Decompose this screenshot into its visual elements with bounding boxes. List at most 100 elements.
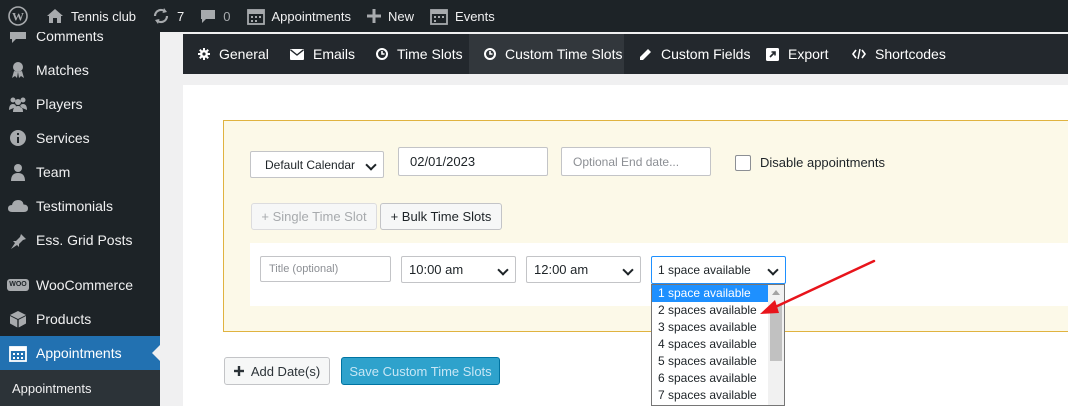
tab-emails[interactable]: Emails <box>275 34 361 74</box>
tab-custom-time-slots[interactable]: Custom Time Slots <box>469 34 624 74</box>
slot-title-input[interactable]: Title (optional) <box>260 256 391 282</box>
tab-custom-fields[interactable]: Custom Fields <box>624 34 751 74</box>
sidebar-item-ess-grid-posts[interactable]: Ess. Grid Posts <box>0 223 160 257</box>
sidebar-item-label: Comments <box>36 32 104 44</box>
pin-icon <box>0 231 36 249</box>
admin-sidebar: Comments Matches Players Services Team T… <box>0 32 160 406</box>
sidebar-item-label: Team <box>36 164 71 180</box>
single-time-slot-button[interactable]: + Single Time Slot <box>251 203 377 230</box>
woocommerce-icon: WOO <box>0 279 36 291</box>
scrollbar-thumb[interactable] <box>770 305 782 361</box>
save-custom-time-slots-button[interactable]: Save Custom Time Slots <box>341 357 500 385</box>
dropdown-scrollbar[interactable] <box>768 285 784 405</box>
tab-label: Export <box>788 46 829 62</box>
spaces-option[interactable]: 7 spaces available <box>652 387 770 404</box>
site-name: Tennis club <box>71 8 137 24</box>
scroll-up-arrow-icon[interactable] <box>772 290 780 295</box>
new-link[interactable]: New <box>359 0 422 32</box>
sidebar-item-label: Players <box>36 96 83 112</box>
sidebar-item-products[interactable]: Products <box>0 302 160 336</box>
spaces-select-value: 1 space available <box>658 263 751 277</box>
sidebar-item-testimonials[interactable]: Testimonials <box>0 189 160 223</box>
add-dates-label: Add Date(s) <box>250 363 321 379</box>
calendar-select-value: Default Calendar <box>265 157 356 172</box>
spaces-option[interactable]: 3 spaces available <box>652 319 770 336</box>
spaces-select[interactable]: 1 space available <box>651 256 786 284</box>
site-name-link[interactable]: Tennis club <box>38 0 144 32</box>
events-label: Events <box>455 8 495 24</box>
end-time-value: 12:00 am <box>534 262 589 277</box>
plus-icon <box>233 366 244 376</box>
updates-link[interactable]: 7 <box>144 0 192 32</box>
spaces-option[interactable]: 1 space available <box>652 285 770 302</box>
tab-shortcodes[interactable]: Shortcodes <box>837 34 954 74</box>
start-time-value: 10:00 am <box>409 262 464 277</box>
end-time-select[interactable]: 12:00 am <box>526 256 641 283</box>
clock-icon <box>376 48 388 60</box>
wordpress-logo-icon[interactable]: W <box>0 0 38 32</box>
submenu-item-appointments[interactable]: Appointments <box>0 370 160 406</box>
sidebar-item-label: Testimonials <box>36 198 114 214</box>
comments-count: 0 <box>223 8 231 24</box>
calendar-icon <box>430 7 448 25</box>
tab-label: Time Slots <box>397 46 463 62</box>
calendar-icon <box>0 344 36 362</box>
sidebar-item-label: Ess. Grid Posts <box>36 232 133 248</box>
disable-appointments-checkbox[interactable] <box>735 155 751 171</box>
appointments-label: Appointments <box>271 8 352 24</box>
tab-general[interactable]: General <box>183 34 275 74</box>
code-icon <box>852 48 866 60</box>
tab-export[interactable]: Export <box>751 34 837 74</box>
end-date-placeholder: Optional End date... <box>573 154 680 169</box>
slot-title-placeholder: Title (optional) <box>269 263 339 275</box>
spaces-option[interactable]: 6 spaces available <box>652 370 770 387</box>
events-link[interactable]: Events <box>422 0 503 32</box>
end-date-input[interactable]: Optional End date... <box>561 147 711 176</box>
sidebar-item-label: Appointments <box>36 345 122 361</box>
external-link-icon <box>766 47 779 61</box>
sidebar-item-services[interactable]: Services <box>0 121 160 155</box>
new-label: New <box>388 8 415 24</box>
spaces-option[interactable]: 4 spaces available <box>652 336 770 353</box>
tab-label: Emails <box>313 46 356 62</box>
start-date-value: 02/01/2023 <box>410 154 476 169</box>
sidebar-item-comments[interactable]: Comments <box>0 32 160 53</box>
cloud-icon <box>0 199 36 213</box>
spaces-dropdown-list[interactable]: 1 space available 2 spaces available 3 s… <box>651 284 785 406</box>
bulk-time-slots-label: + Bulk Time Slots <box>390 209 492 224</box>
tab-time-slots[interactable]: Time Slots <box>361 34 469 74</box>
add-dates-button[interactable]: Add Date(s) <box>224 357 330 385</box>
pencil-icon <box>639 48 652 61</box>
envelope-icon <box>290 48 304 60</box>
bulk-time-slots-button[interactable]: + Bulk Time Slots <box>380 203 502 230</box>
disable-appointments-label: Disable appointments <box>760 155 886 170</box>
info-icon <box>0 129 36 147</box>
sidebar-item-players[interactable]: Players <box>0 87 160 121</box>
start-date-input[interactable]: 02/01/2023 <box>398 147 548 176</box>
award-icon <box>0 61 36 79</box>
appointments-link[interactable]: Appointments <box>239 0 360 32</box>
clock-icon <box>484 48 496 60</box>
sidebar-item-matches[interactable]: Matches <box>0 53 160 87</box>
groups-icon <box>0 96 36 112</box>
comments-link[interactable]: 0 <box>192 0 238 32</box>
start-time-select[interactable]: 10:00 am <box>401 256 516 283</box>
single-time-slot-label: + Single Time Slot <box>261 209 367 224</box>
tab-label: Shortcodes <box>875 46 946 62</box>
plus-icon <box>367 9 382 23</box>
svg-text:W: W <box>12 10 24 24</box>
sidebar-item-woocommerce[interactable]: WOO WooCommerce <box>0 268 160 302</box>
updates-count: 7 <box>177 8 185 24</box>
spaces-option[interactable]: 2 spaces available <box>652 302 770 319</box>
spaces-option[interactable]: 5 spaces available <box>652 353 770 370</box>
gear-icon <box>198 48 210 60</box>
home-icon <box>46 8 64 24</box>
sidebar-item-appointments[interactable]: Appointments <box>0 336 160 370</box>
sidebar-item-label: WooCommerce <box>36 277 133 293</box>
calendar-select[interactable]: Default Calendar <box>250 151 384 178</box>
comment-bubble-icon <box>200 8 216 24</box>
person-icon <box>0 163 36 181</box>
admin-bar: W Tennis club 7 0 Appointments New Event… <box>0 0 1068 32</box>
sidebar-item-label: Matches <box>36 62 89 78</box>
sidebar-item-team[interactable]: Team <box>0 155 160 189</box>
